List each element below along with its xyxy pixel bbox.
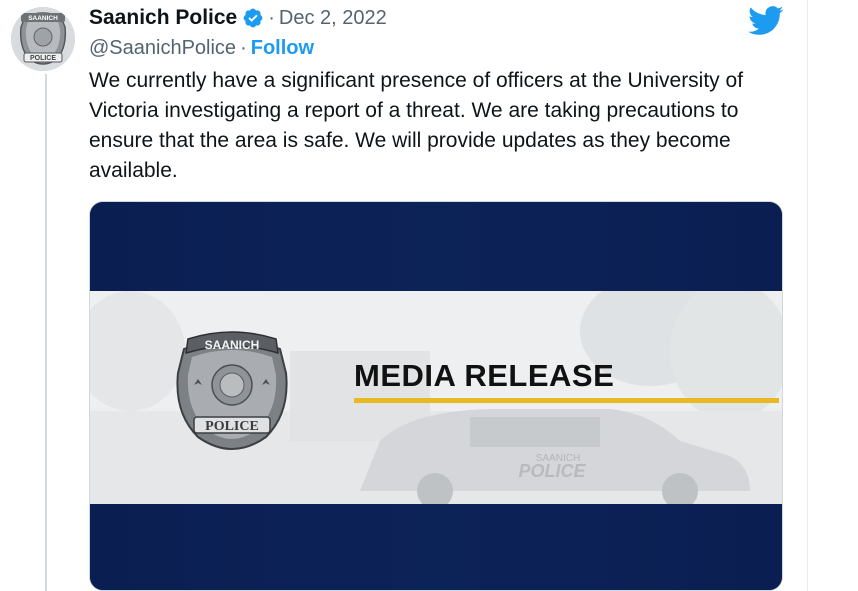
navy-band-top xyxy=(90,202,782,291)
media-release-title: MEDIA RELEASE xyxy=(354,358,615,393)
user-handle[interactable]: @SaanichPolice xyxy=(89,37,236,60)
display-name[interactable]: Saanich Police xyxy=(89,6,237,30)
media-release-image[interactable]: SAANICH POLICE SAANICH POLICE MEDIA RELE… xyxy=(89,201,783,591)
avatar[interactable]: SAANICH POLICE xyxy=(11,7,75,71)
yellow-underline xyxy=(354,398,779,403)
badge-top-text: SAANICH xyxy=(205,338,260,352)
police-badge-icon: SAANICH POLICE xyxy=(11,7,75,71)
verified-badge-icon xyxy=(242,7,264,29)
car-text: POLICE xyxy=(518,461,586,481)
police-badge-icon: SAANICH POLICE xyxy=(176,331,288,450)
header-separator: · xyxy=(268,6,275,29)
handle-separator: · xyxy=(240,36,247,59)
navy-band-bottom xyxy=(90,504,782,590)
avatar-badge-bottom-text: POLICE xyxy=(30,55,56,62)
follow-button[interactable]: Follow xyxy=(251,37,314,60)
thread-line xyxy=(45,74,47,591)
tweet-date[interactable]: Dec 2, 2022 xyxy=(279,7,387,30)
police-badge-graphic: SAANICH POLICE xyxy=(170,327,294,462)
column-divider xyxy=(807,0,808,591)
handle-row: @SaanichPolice · Follow xyxy=(89,35,314,61)
badge-bottom-text: POLICE xyxy=(205,419,259,434)
twitter-logo-icon[interactable] xyxy=(748,6,784,41)
tweet-header: Saanich Police · Dec 2, 2022 xyxy=(89,5,387,31)
tweet-text: We currently have a significant presence… xyxy=(89,69,744,182)
avatar-badge-top-text: SAANICH xyxy=(28,15,58,22)
